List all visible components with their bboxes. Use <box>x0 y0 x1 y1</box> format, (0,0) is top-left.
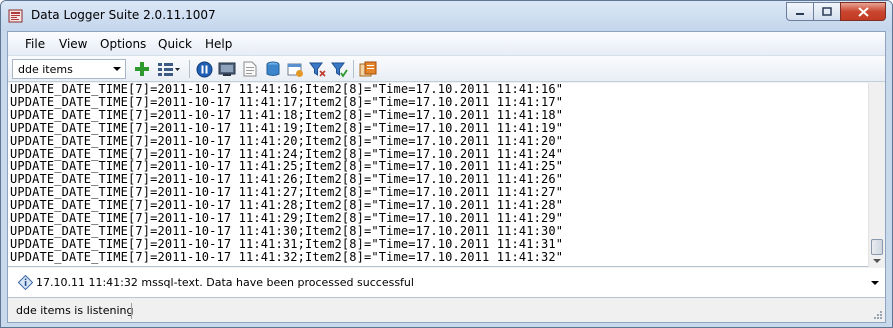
caption-buttons <box>786 2 886 22</box>
maximize-button[interactable] <box>813 2 840 21</box>
menu-view[interactable]: View <box>59 37 87 51</box>
menu-file[interactable]: File <box>25 37 45 51</box>
status-text: dde items is listening <box>16 304 134 317</box>
vertical-scrollbar[interactable] <box>868 83 885 267</box>
menu-help[interactable]: Help <box>205 37 232 51</box>
minimize-icon <box>796 12 804 15</box>
monitor-button[interactable] <box>218 60 236 78</box>
chevron-down-icon <box>113 67 121 71</box>
info-diamond-icon <box>18 275 33 290</box>
minimize-button[interactable] <box>786 2 813 21</box>
pause-icon <box>196 61 212 77</box>
log-line: UPDATE_DATE_TIME[7]=2011-10-17 11:41:30;… <box>10 223 564 238</box>
profile-select[interactable]: dde items <box>12 59 126 79</box>
close-button[interactable] <box>840 2 886 21</box>
toolbar-separator <box>189 60 190 78</box>
close-icon <box>857 6 869 17</box>
log-line: UPDATE_DATE_TIME[7]=2011-10-17 11:41:20;… <box>10 133 564 148</box>
app-window: Data Logger Suite 2.0.11.1007 File View … <box>0 0 893 328</box>
add-icon <box>135 62 149 76</box>
resize-grip-icon[interactable] <box>873 310 883 320</box>
app-logo-icon <box>8 9 23 23</box>
menu-quick[interactable]: Quick <box>158 37 192 51</box>
filter-button[interactable] <box>308 60 326 78</box>
profile-select-value: dde items <box>18 63 73 76</box>
maximize-icon <box>822 6 832 16</box>
log-line: UPDATE_DATE_TIME[7]=2011-10-17 11:41:19;… <box>10 120 564 135</box>
toolbar: dde items <box>8 56 885 82</box>
monitor-icon <box>218 62 236 76</box>
window-title: Data Logger Suite 2.0.11.1007 <box>31 8 216 22</box>
log-line: UPDATE_DATE_TIME[7]=2011-10-17 11:41:16;… <box>10 83 564 96</box>
menu-bar: File View Options Quick Help <box>8 32 885 56</box>
log-line: UPDATE_DATE_TIME[7]=2011-10-17 11:41:32;… <box>10 249 564 264</box>
log-line: UPDATE_DATE_TIME[7]=2011-10-17 11:41:31;… <box>10 236 564 251</box>
filter-apply-icon <box>330 62 348 78</box>
pause-button[interactable] <box>195 60 213 78</box>
main-client-area: File View Options Quick Help dde items U… <box>7 31 886 323</box>
log-lines: UPDATE_DATE_TIME[7]=2011-10-17 11:41:16;… <box>10 83 868 267</box>
scroll-down-icon[interactable] <box>873 259 881 263</box>
list-options-button[interactable] <box>156 60 182 78</box>
add-button[interactable] <box>133 60 151 78</box>
calendar-button[interactable] <box>286 60 304 78</box>
status-bar: dde items is listening <box>8 300 885 322</box>
database-button[interactable] <box>264 60 282 78</box>
menu-options[interactable]: Options <box>100 37 146 51</box>
export-icon <box>359 61 377 76</box>
chevron-down-icon[interactable] <box>871 281 879 285</box>
filter-apply-button[interactable] <box>330 60 348 78</box>
calendar-icon <box>287 63 303 77</box>
toolbar-separator <box>353 60 354 78</box>
filter-icon <box>308 62 326 77</box>
scrollbar-thumb[interactable] <box>871 239 883 255</box>
export-button[interactable] <box>359 60 377 78</box>
log-line: UPDATE_DATE_TIME[7]=2011-10-17 11:41:18;… <box>10 107 564 122</box>
message-history-select[interactable]: 17.10.11 11:41:32 mssql-text. Data have … <box>8 268 885 298</box>
document-button[interactable] <box>241 60 259 78</box>
title-bar[interactable]: Data Logger Suite 2.0.11.1007 <box>1 1 892 31</box>
log-line: UPDATE_DATE_TIME[7]=2011-10-17 11:41:17;… <box>10 94 564 109</box>
status-divider <box>131 303 132 319</box>
log-output[interactable]: UPDATE_DATE_TIME[7]=2011-10-17 11:41:16;… <box>8 83 885 267</box>
document-icon <box>243 61 257 77</box>
list-options-icon <box>158 63 180 76</box>
database-icon <box>266 61 280 76</box>
last-message-text: 17.10.11 11:41:32 mssql-text. Data have … <box>36 276 414 289</box>
